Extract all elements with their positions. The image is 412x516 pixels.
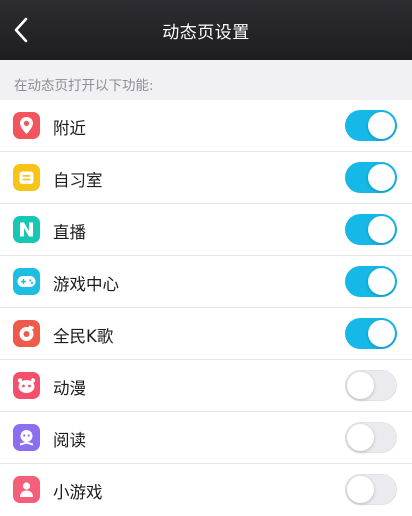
list-item-label: 小游戏 xyxy=(53,483,103,502)
list-item-study-room[interactable]: 自习室 xyxy=(0,152,412,204)
list-item-label: 自习室 xyxy=(53,171,103,190)
karaoke-icon xyxy=(13,320,40,347)
toggle-knob xyxy=(368,216,395,243)
list-item-mini-game[interactable]: 小游戏 xyxy=(0,464,412,516)
list-item-label: 直播 xyxy=(53,223,86,242)
toggle-knob xyxy=(368,164,395,191)
toggle-switch[interactable] xyxy=(345,370,397,401)
toggle-knob xyxy=(368,268,395,295)
list-item-label: 附近 xyxy=(53,119,86,138)
toggle-knob xyxy=(347,424,374,451)
toggle-knob xyxy=(347,372,374,399)
toggle-switch[interactable] xyxy=(345,162,397,193)
list-item-label: 游戏中心 xyxy=(53,275,119,294)
toggle-switch[interactable] xyxy=(345,318,397,349)
list-item-reading[interactable]: 阅读 xyxy=(0,412,412,464)
gamepad-icon xyxy=(13,268,40,295)
study-room-icon xyxy=(13,164,40,191)
location-pin-icon xyxy=(13,112,40,139)
feature-list: 附近 自习室 直播 游戏中心 全民K歌 动漫 阅读 小游戏 xyxy=(0,100,412,516)
toggle-switch[interactable] xyxy=(345,474,397,505)
toggle-switch[interactable] xyxy=(345,266,397,297)
list-item-label: 动漫 xyxy=(53,379,86,398)
list-item-live[interactable]: 直播 xyxy=(0,204,412,256)
navigation-bar: 动态页设置 xyxy=(0,0,412,60)
toggle-switch[interactable] xyxy=(345,422,397,453)
list-item-label: 阅读 xyxy=(53,431,86,450)
list-item-karaoke[interactable]: 全民K歌 xyxy=(0,308,412,360)
toggle-knob xyxy=(347,476,374,503)
live-stream-icon xyxy=(13,216,40,243)
mini-game-icon xyxy=(13,476,40,503)
toggle-switch[interactable] xyxy=(345,214,397,245)
list-item-label: 全民K歌 xyxy=(53,327,114,346)
page-title: 动态页设置 xyxy=(162,23,250,43)
toggle-knob xyxy=(368,112,395,139)
anime-icon xyxy=(13,372,40,399)
list-item-anime[interactable]: 动漫 xyxy=(0,360,412,412)
reading-icon xyxy=(13,424,40,451)
list-item-nearby[interactable]: 附近 xyxy=(0,100,412,152)
list-item-game-center[interactable]: 游戏中心 xyxy=(0,256,412,308)
toggle-switch[interactable] xyxy=(345,110,397,141)
toggle-knob xyxy=(368,320,395,347)
section-header: 在动态页打开以下功能: xyxy=(14,78,154,94)
